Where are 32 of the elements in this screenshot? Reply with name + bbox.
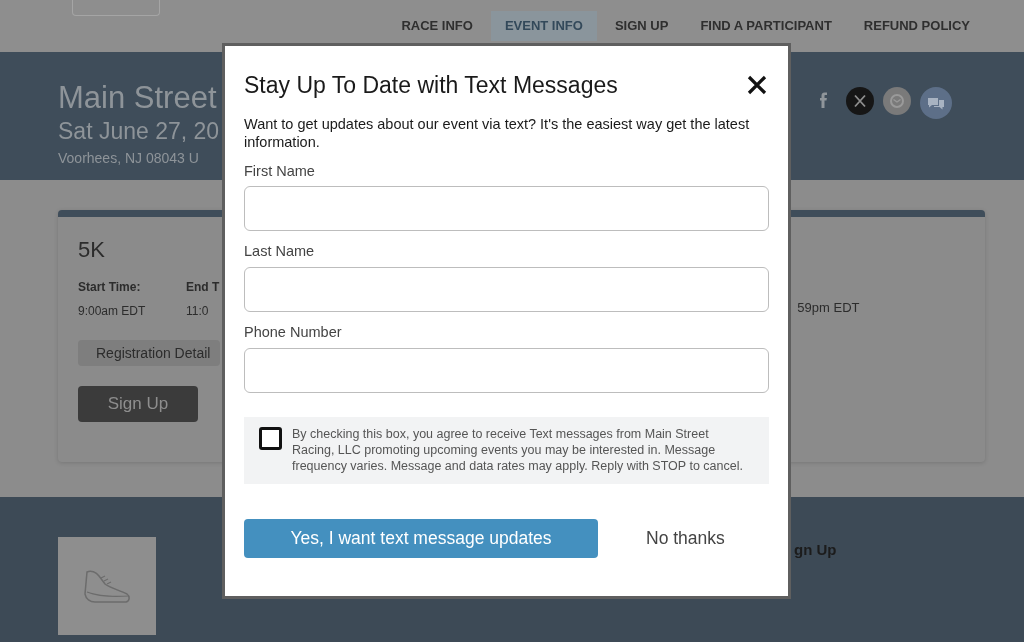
event-location: Voorhees, NJ 08043 U: [58, 149, 200, 168]
dialog-title: Stay Up To Date with Text Messages: [244, 71, 618, 100]
text-input-field[interactable]: [244, 186, 769, 232]
text-input-field[interactable]: [244, 267, 769, 312]
column-value: 11:0: [186, 303, 210, 320]
chat-icon[interactable]: [920, 87, 952, 119]
end-time-value: 59pm EDT: [797, 299, 860, 317]
nav-link[interactable]: REFUND POLICY: [849, 11, 984, 41]
text-input-field[interactable]: [244, 347, 769, 393]
event-date: Sat June 27, 20: [58, 117, 220, 146]
dialog-intro: Want to get updates about our event via text? It's the easiest way get the latest information.: [244, 114, 751, 151]
field-label: First Name: [244, 161, 316, 181]
registration-details-button[interactable]: Registration Detail: [78, 340, 220, 366]
decline-button[interactable]: No thanks: [646, 525, 725, 552]
column-label: End T: [186, 279, 220, 296]
nav-link[interactable]: SIGN UP: [600, 11, 683, 41]
section-heading: gn Up: [794, 540, 837, 560]
event-title: Main Street: [58, 80, 218, 116]
consent-checkbox[interactable]: [259, 426, 282, 450]
field-label: Last Name: [244, 242, 316, 262]
start-time-value: 9:00am EDT: [78, 303, 147, 320]
start-time-label: Start Time:: [78, 279, 142, 296]
nav-link[interactable]: EVENT INFO: [490, 11, 597, 41]
nav-link[interactable]: FIND A PARTICIPANT: [686, 11, 846, 41]
confirm-button[interactable]: Yes, I want text message updates: [244, 518, 598, 558]
close-icon[interactable]: [747, 75, 767, 96]
nav-link[interactable]: RACE INFO: [387, 11, 487, 41]
race-name: 5K: [78, 236, 105, 264]
consent-text: By checking this box, you agree to receive Text messages from Main Street Racing, LLC promoting upcoming events you may be interested in. Message frequency varies. Message and data rates may apply. Reply with STOP to cancel.: [292, 425, 744, 474]
x-icon[interactable]: [846, 87, 874, 115]
sign-up-button[interactable]: Sign Up: [78, 386, 198, 422]
field-label: Phone Number: [244, 323, 343, 342]
